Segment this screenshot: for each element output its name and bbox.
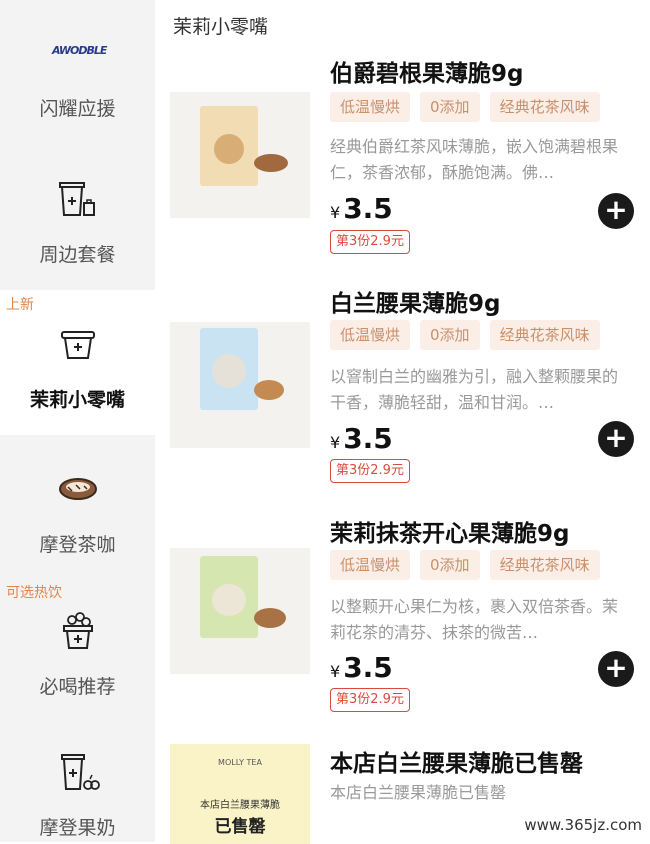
product-description: 经典伯爵红茶风味薄脆，嵌入饱满碧根果仁，茶香浓郁，酥脆饱满。佛… bbox=[330, 137, 619, 182]
sidebar-item-jasmine-snacks[interactable]: 上新 茉莉小零嘴 bbox=[0, 290, 155, 435]
add-to-cart-button[interactable]: + bbox=[598, 193, 634, 229]
product-image bbox=[170, 92, 310, 218]
sidebar-item-label: 周边套餐 bbox=[39, 244, 116, 266]
cup-bag-icon bbox=[59, 182, 95, 216]
sidebar-item-modern-fruit-milk[interactable]: 摩登果奶 bbox=[0, 725, 155, 842]
product-description: 以窨制白兰的幽雅为引，融入整颗腰果的干香，薄脆轻甜，温和甘润。… bbox=[330, 367, 619, 412]
promo-badge: 第3份2.9元 bbox=[330, 688, 410, 712]
snack-box-icon bbox=[61, 331, 95, 359]
package-shape bbox=[200, 556, 258, 638]
new-badge: 上新 bbox=[6, 297, 34, 313]
tag: 经典花茶风味 bbox=[489, 92, 600, 122]
tag: 经典花茶风味 bbox=[489, 550, 600, 580]
tag: 0添加 bbox=[420, 320, 480, 350]
currency-symbol: ¥ bbox=[330, 203, 341, 222]
biscuit-icon bbox=[59, 478, 97, 500]
sold-out-image-line1: 本店白兰腰果薄脆 bbox=[200, 800, 280, 811]
sidebar-item-merch-combo[interactable]: 周边套餐 bbox=[0, 145, 155, 290]
sold-out-image-brand: MOLLY TEA bbox=[218, 758, 262, 767]
fruit-cup-icon bbox=[61, 754, 100, 790]
add-to-cart-button[interactable]: + bbox=[598, 421, 634, 457]
sidebar-item-shine-support[interactable]: AWODBLE 闪耀应援 bbox=[0, 0, 155, 145]
product-tags: 低温慢烘 0添加 经典花茶风味 bbox=[330, 92, 610, 124]
package-shape bbox=[200, 106, 258, 186]
sidebar-item-must-drink[interactable]: 可选热饮 必喝推荐 bbox=[0, 580, 155, 725]
sidebar-item-label: 摩登茶咖 bbox=[39, 534, 116, 556]
product-name: 本店白兰腰果薄脆已售罄 bbox=[330, 751, 583, 777]
tag: 低温慢烘 bbox=[330, 550, 411, 580]
product-tags: 低温慢烘 0添加 经典花茶风味 bbox=[330, 320, 610, 352]
flower-cup-icon bbox=[63, 612, 93, 649]
tag: 经典花茶风味 bbox=[489, 320, 600, 350]
product-card[interactable]: 茉莉抹茶开心果薄脆9g 低温慢烘 0添加 经典花茶风味 以整颗开心果仁为核，裹入双倍… bbox=[170, 512, 640, 722]
tag: 0添加 bbox=[420, 550, 480, 580]
sold-out-image: MOLLY TEA 本店白兰腰果薄脆 已售罄 bbox=[170, 744, 310, 844]
sidebar-item-modern-tea-coffee[interactable]: 摩登茶咖 bbox=[0, 435, 155, 580]
sidebar-item-label: 茉莉小零嘴 bbox=[29, 389, 125, 411]
section-title: 茉莉小零嘴 bbox=[173, 16, 269, 38]
tag: 低温慢烘 bbox=[330, 320, 411, 350]
price-value: 3.5 bbox=[343, 422, 393, 455]
sold-out-image-line2: 已售罄 bbox=[214, 817, 266, 837]
tag: 低温慢烘 bbox=[330, 92, 411, 122]
add-to-cart-button[interactable]: + bbox=[598, 651, 634, 687]
brand-logo: AWODBLE bbox=[52, 44, 107, 57]
product-description: 本店白兰腰果薄脆已售罄 bbox=[330, 783, 507, 802]
watermark: www.365jz.com bbox=[524, 816, 642, 834]
product-image bbox=[170, 322, 310, 448]
category-sidebar: AWODBLE 闪耀应援 周边套餐 上新 茉莉小零嘴 摩登茶咖 可选热饮 必喝推… bbox=[0, 0, 155, 842]
sidebar-item-label: 必喝推荐 bbox=[39, 676, 116, 698]
sidebar-item-label: 摩登果奶 bbox=[39, 817, 116, 839]
product-tags: 低温慢烘 0添加 经典花茶风味 bbox=[330, 550, 610, 582]
product-name: 茉莉抹茶开心果薄脆9g bbox=[330, 521, 570, 547]
product-image bbox=[170, 548, 310, 674]
sidebar-item-label: 闪耀应援 bbox=[39, 98, 116, 120]
product-price: ¥3.5 bbox=[330, 651, 393, 684]
product-price: ¥3.5 bbox=[330, 422, 393, 455]
currency-symbol: ¥ bbox=[330, 433, 341, 452]
tag: 0添加 bbox=[420, 92, 480, 122]
product-name: 伯爵碧根果薄脆9g bbox=[330, 61, 524, 87]
hot-drink-badge: 可选热饮 bbox=[6, 585, 62, 601]
currency-symbol: ¥ bbox=[330, 662, 341, 681]
product-description: 以整颗开心果仁为核，裹入双倍茶香。茉莉花茶的清芬、抹茶的微苦… bbox=[330, 597, 619, 642]
promo-badge: 第3份2.9元 bbox=[330, 459, 410, 483]
product-card[interactable]: 白兰腰果薄脆9g 低温慢烘 0添加 经典花茶风味 以窨制白兰的幽雅为引，融入整颗腰果… bbox=[170, 282, 640, 492]
price-value: 3.5 bbox=[343, 651, 393, 684]
package-shape bbox=[200, 328, 258, 410]
product-name: 白兰腰果薄脆9g bbox=[330, 291, 501, 317]
product-card[interactable]: 伯爵碧根果薄脆9g 低温慢烘 0添加 经典花茶风味 经典伯爵红茶风味薄脆，嵌入饱满碧… bbox=[170, 52, 640, 262]
promo-badge: 第3份2.9元 bbox=[330, 230, 410, 254]
product-price: ¥3.5 bbox=[330, 192, 393, 225]
price-value: 3.5 bbox=[343, 192, 393, 225]
